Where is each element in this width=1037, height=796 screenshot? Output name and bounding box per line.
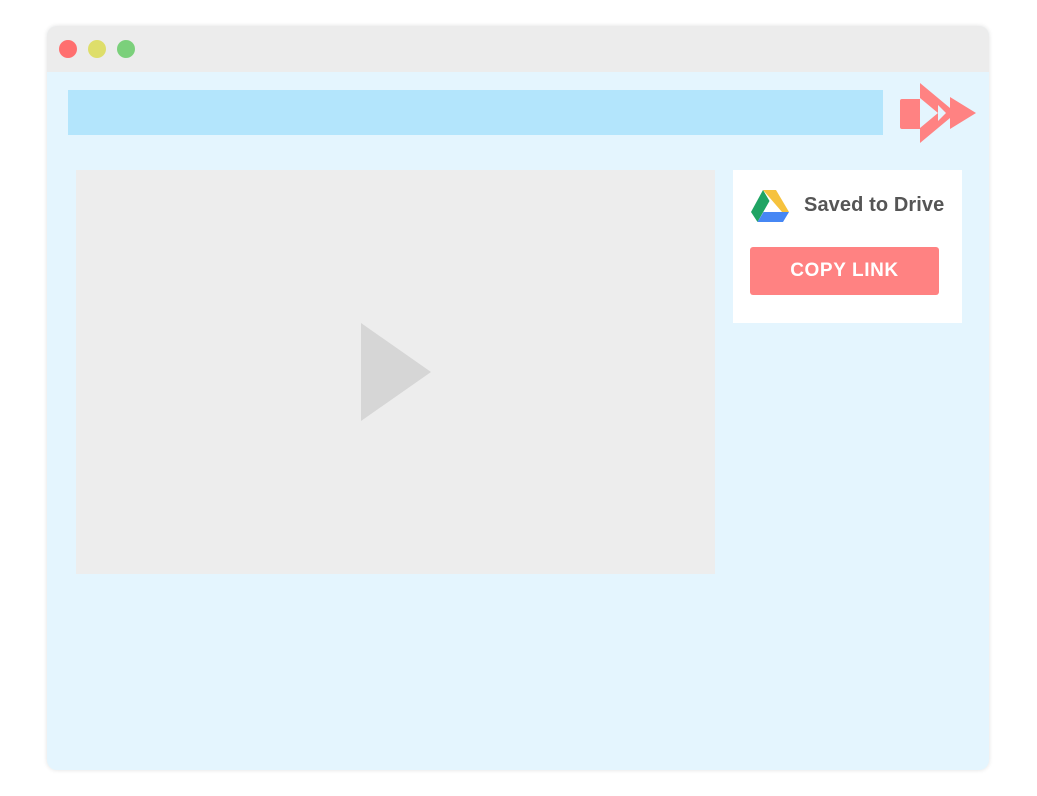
minimize-window-button[interactable] <box>88 40 106 58</box>
saved-to-drive-label: Saved to Drive <box>804 194 945 216</box>
video-player[interactable] <box>76 170 715 574</box>
google-drive-icon <box>751 190 789 222</box>
window-titlebar <box>47 26 989 72</box>
browser-window: Saved to Drive COPY LINK <box>47 26 989 770</box>
copy-link-button[interactable]: COPY LINK <box>750 247 939 295</box>
video-camera-arrow-logo-icon[interactable] <box>898 83 976 145</box>
close-window-button[interactable] <box>59 40 77 58</box>
maximize-window-button[interactable] <box>117 40 135 58</box>
address-bar-input[interactable] <box>68 90 883 135</box>
drive-status-panel: Saved to Drive COPY LINK <box>733 170 962 323</box>
play-icon[interactable] <box>361 323 431 421</box>
